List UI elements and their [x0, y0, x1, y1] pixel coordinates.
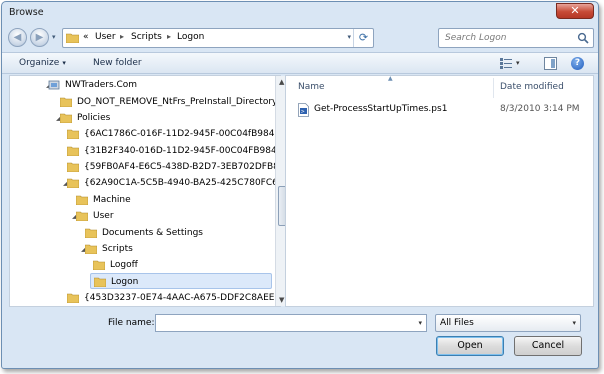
window-title: Browse: [9, 7, 44, 18]
folder-icon: [60, 97, 72, 107]
view-options-dropdown[interactable]: ▾: [516, 59, 520, 67]
folder-icon: [67, 293, 79, 303]
file-name-label: File name:: [108, 318, 155, 328]
recent-pages-dropdown[interactable]: ▾: [52, 33, 56, 41]
tree-item-label: DO_NOT_REMOVE_NtFrs_PreInstall_Directory: [77, 97, 278, 107]
command-toolbar: Organize ▾ New folder ▾ ?: [2, 52, 598, 74]
breadcrumb-logon[interactable]: Logon: [177, 32, 204, 42]
tree-item-label: {453D3237-0E74-4AAC-A675-DDF2C8AEED4B}: [84, 293, 300, 303]
chevron-down-icon: ▾: [572, 319, 576, 327]
svg-text:>: >: [301, 109, 305, 115]
tree-item-label: Machine: [93, 195, 131, 205]
powershell-script-icon: >: [298, 103, 309, 117]
tree-item-label: {59FB0AF4-E6C5-438D-B2D7-3EB702DFB8DF}: [84, 162, 297, 172]
breadcrumb-separator[interactable]: ▸: [120, 32, 124, 41]
new-folder-button[interactable]: New folder: [93, 58, 142, 68]
breadcrumb-overflow[interactable]: «: [83, 32, 89, 42]
tree-item-label: {62A90C1A-5C5B-4940-BA25-425C780FC670}: [84, 178, 296, 188]
tree-item-logon[interactable]: Logon: [90, 273, 272, 289]
column-divider[interactable]: [493, 78, 494, 98]
tree-item-label: Scripts: [102, 244, 133, 254]
tree-item-label: Documents & Settings: [102, 228, 203, 238]
breadcrumb-scripts[interactable]: Scripts: [131, 32, 162, 42]
preview-pane-icon[interactable]: [544, 57, 557, 70]
folder-icon: [67, 162, 79, 172]
folder-icon: [67, 178, 79, 188]
organize-button[interactable]: Organize ▾: [19, 58, 66, 68]
search-icon[interactable]: [577, 32, 589, 44]
folder-icon: [93, 260, 105, 270]
folder-icon: [76, 195, 88, 205]
breadcrumb-user[interactable]: User: [95, 32, 116, 42]
sort-ascending-icon: ▲: [388, 75, 393, 82]
file-name: Get-ProcessStartUpTimes.ps1: [314, 104, 448, 114]
tree-item-label: Policies: [77, 113, 111, 123]
navigation-row: ◀ ▶ ▾ « User ▸ Scripts ▸ Logon ▾ ⟳ Searc…: [2, 25, 598, 51]
address-bar[interactable]: « User ▸ Scripts ▸ Logon ▾ ⟳: [62, 28, 374, 48]
folder-icon: [67, 129, 79, 139]
domain-icon: [48, 80, 60, 90]
tree-item-label: NWTraders.Com: [65, 80, 138, 90]
forward-button[interactable]: ▶: [30, 28, 49, 47]
folder-icon: [60, 113, 72, 123]
view-options-icon[interactable]: [500, 58, 512, 69]
tree-item-label: Logon: [111, 277, 139, 287]
cancel-button[interactable]: Cancel: [514, 336, 582, 356]
chevron-down-icon[interactable]: ▾: [418, 319, 422, 327]
breadcrumb-separator[interactable]: ▸: [167, 32, 171, 41]
tree-item-label: {6AC1786C-016F-11D2-945F-00C04fB984F9}: [84, 129, 292, 139]
chevron-down-icon: ▾: [62, 59, 66, 67]
file-name-input[interactable]: ▾: [155, 314, 427, 332]
search-placeholder: Search Logon: [445, 33, 507, 43]
name-column-header[interactable]: Name: [298, 82, 325, 92]
scroll-up-arrow-icon[interactable]: ▲: [279, 78, 284, 86]
file-row[interactable]: > Get-ProcessStartUpTimes.ps1 8/3/2010 3…: [298, 101, 588, 119]
help-icon[interactable]: ?: [571, 57, 584, 70]
open-button[interactable]: Open: [436, 336, 504, 356]
search-input[interactable]: Search Logon: [438, 28, 594, 48]
organize-label: Organize: [19, 58, 60, 68]
tree-item-label: {31B2F340-016D-11D2-945F-00C04FB984F9}: [84, 146, 294, 156]
file-type-value: All Files: [440, 318, 474, 328]
folder-icon: [94, 277, 106, 287]
browse-dialog: Browse ✕ ◀ ▶ ▾ « User ▸ Scripts ▸ Logon …: [1, 1, 599, 369]
tree-item-label: Logoff: [110, 260, 138, 270]
file-list-pane[interactable]: Name ▲ Date modified > Get-ProcessStartU…: [285, 75, 594, 307]
close-button[interactable]: ✕: [556, 3, 594, 19]
file-type-select[interactable]: All Files ▾: [435, 314, 581, 332]
title-bar: Browse ✕: [2, 2, 598, 24]
scroll-down-arrow-icon[interactable]: ▼: [279, 296, 284, 304]
folder-icon: [85, 244, 97, 254]
folder-icon: [67, 146, 79, 156]
file-date-modified: 8/3/2010 3:14 PM: [500, 104, 580, 114]
folder-icon: [66, 33, 79, 43]
refresh-button[interactable]: ⟳: [353, 29, 373, 47]
tree-item-label: User: [93, 211, 114, 221]
address-dropdown[interactable]: ▾: [347, 33, 351, 41]
back-button[interactable]: ◀: [8, 28, 27, 47]
folder-icon: [85, 228, 97, 238]
date-modified-column-header[interactable]: Date modified: [500, 82, 564, 92]
navigation-pane[interactable]: ◢ NWTraders.Com DO_NOT_REMOVE_NtFrs_PreI…: [9, 75, 299, 307]
folder-icon: [76, 211, 88, 221]
